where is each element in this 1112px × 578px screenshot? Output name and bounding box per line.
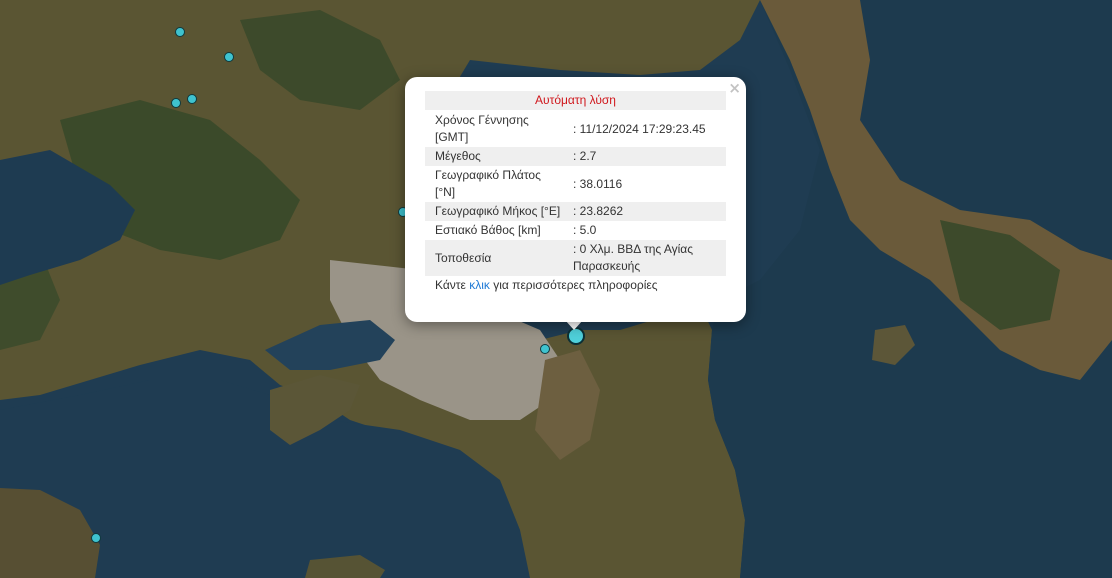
row-label: Τοποθεσία <box>425 240 567 276</box>
row-value: : 11/12/2024 17:29:23.45 <box>573 121 706 136</box>
more-info-link[interactable]: κλικ <box>469 278 490 292</box>
close-icon[interactable]: × <box>728 80 741 96</box>
footer-text: για περισσότερες πληροφορίες <box>489 278 658 292</box>
row-value: : 0 Χλμ. ΒΒΔ της Αγίας Παρασκευής <box>567 240 726 276</box>
footer-text: Κάντε <box>435 278 470 292</box>
earthquake-marker[interactable] <box>175 27 185 37</box>
table-row: Μέγεθος : 2.7 <box>425 147 726 166</box>
earthquake-marker[interactable] <box>187 94 197 104</box>
earthquake-marker[interactable] <box>91 533 101 543</box>
earthquake-marker[interactable] <box>224 52 234 62</box>
row-label: Εστιακό Βάθος [km] <box>435 223 541 237</box>
row-value: : 2.7 <box>567 147 726 166</box>
row-label: Χρόνος Γέννησης [GMT] <box>435 113 529 144</box>
row-value: : 5.0 <box>573 223 597 237</box>
table-row: Γεωγραφικό Μήκος [°E] : 23.8262 <box>425 202 726 221</box>
earthquake-marker[interactable] <box>171 98 181 108</box>
popup-title: Αυτόματη λύση <box>425 91 726 110</box>
table-row: Εστιακό Βάθος [km] : 5.0 <box>425 221 726 240</box>
table-row: Χρόνος Γέννησης [GMT] : 11/12/2024 17:29… <box>425 111 726 147</box>
row-value: : 38.0116 <box>573 176 623 191</box>
row-label: Γεωγραφικό Πλάτος [°N] <box>435 168 541 199</box>
table-row: Τοποθεσία : 0 Χλμ. ΒΒΔ της Αγίας Παρασκε… <box>425 240 726 276</box>
info-table: Χρόνος Γέννησης [GMT] : 11/12/2024 17:29… <box>425 111 726 276</box>
earthquake-marker[interactable] <box>540 344 550 354</box>
popup-footer: Κάντε κλικ για περισσότερες πληροφορίες <box>425 276 726 295</box>
row-value: : 23.8262 <box>567 202 726 221</box>
table-row: Γεωγραφικό Πλάτος [°N] : 38.0116 <box>425 166 726 202</box>
earthquake-info-popup: × Αυτόματη λύση Χρόνος Γέννησης [GMT] : … <box>405 77 746 322</box>
row-label: Γεωγραφικό Μήκος [°E] <box>425 202 567 221</box>
row-label: Μέγεθος <box>425 147 567 166</box>
